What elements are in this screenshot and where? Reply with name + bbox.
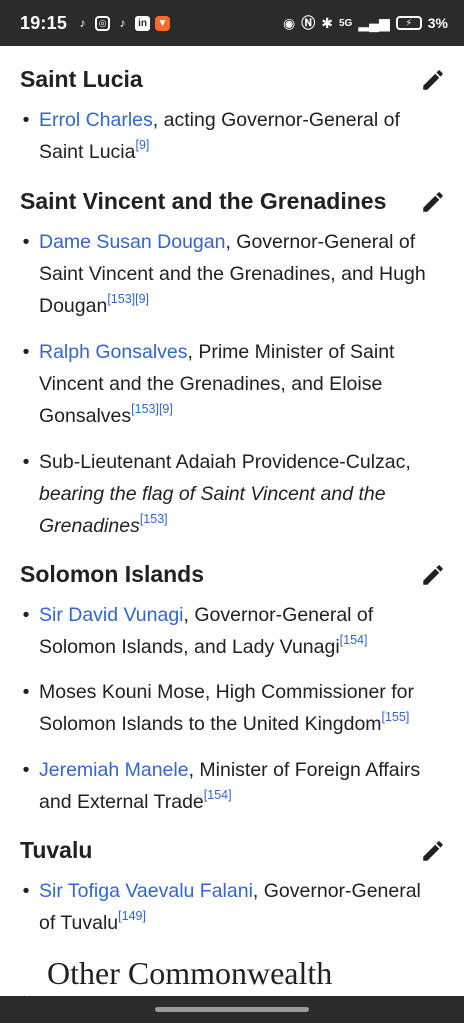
person-link[interactable]: Errol Charles (39, 109, 153, 131)
nfc-icon: Ⓝ (301, 15, 316, 31)
bluetooth-icon: ✱ (321, 14, 333, 31)
bullet: • (22, 759, 30, 781)
list-item: • Errol Charles, acting Governor-General… (20, 104, 440, 168)
edit-pencil-icon[interactable] (420, 838, 446, 864)
instagram-icon: ◎ (95, 15, 111, 31)
reference-link[interactable]: [9] (135, 138, 149, 152)
section-header-solomon-islands: Solomon Islands (20, 561, 446, 588)
section-header-tuvalu: Tuvalu (20, 837, 446, 864)
section-title: Solomon Islands (20, 561, 205, 587)
bullet: • (22, 880, 30, 902)
list-item: • Ralph Gonsalves, Prime Minister of Sai… (20, 336, 440, 432)
bullet: • (22, 341, 30, 363)
linkedin-icon: in (135, 15, 151, 31)
section-header-saint-lucia: Saint Lucia (20, 66, 446, 93)
next-section-heading[interactable]: Other Commonwealth (47, 955, 332, 992)
section-title: Saint Vincent and the Grenadines (20, 188, 387, 214)
reference-link[interactable]: [154] (340, 633, 368, 647)
reference-link[interactable]: [153][9] (131, 402, 173, 416)
edit-pencil-icon[interactable] (420, 189, 446, 215)
person-link[interactable]: Sir Tofiga Vaevalu Falani (39, 880, 253, 902)
edit-pencil-icon[interactable] (420, 67, 446, 93)
reference-link[interactable]: [154] (204, 788, 232, 802)
status-bar: 19:15 ♪ ◎ ♪ in ▼ ◉ Ⓝ ✱ 5G ▂▄▆ ⚡ 3% (0, 0, 464, 46)
home-gesture-handle[interactable] (155, 1007, 309, 1012)
list-item: • Moses Kouni Mose, High Commissioner fo… (20, 676, 440, 740)
network-type: 5G (338, 17, 353, 29)
list-item: • Sir David Vunagi, Governor-General of … (20, 599, 440, 663)
brave-icon: ▼ (155, 15, 171, 31)
list-item: • Jeremiah Manele, Minister of Foreign A… (20, 754, 440, 818)
eye-icon: ◉ (283, 14, 296, 31)
section-header-saint-vincent: Saint Vincent and the Grenadines (20, 188, 446, 215)
list-item: • Sir Tofiga Vaevalu Falani, Governor-Ge… (20, 875, 440, 939)
reference-link[interactable]: [149] (118, 909, 146, 923)
battery-percent: 3% (427, 15, 448, 31)
notification-icons: ♪ ◎ ♪ in ▼ (75, 15, 171, 31)
system-icons: ◉ Ⓝ ✱ 5G ▂▄▆ ⚡ 3% (283, 13, 448, 33)
chevron-down-icon[interactable]: ⌄ (20, 984, 35, 996)
reference-link[interactable]: [153][9] (107, 292, 149, 306)
edit-pencil-icon[interactable] (420, 562, 446, 588)
tiktok-icon: ♪ (79, 16, 86, 30)
person-link[interactable]: Sir David Vunagi (39, 604, 184, 626)
bullet: • (22, 681, 30, 703)
section-title: Tuvalu (20, 837, 93, 863)
section-title: Saint Lucia (20, 66, 143, 92)
article-content: Saint Lucia • Errol Charles, acting Gove… (0, 46, 464, 996)
person-link[interactable]: Jeremiah Manele (39, 759, 189, 781)
bullet: • (22, 231, 30, 253)
navigation-bar (0, 996, 464, 1023)
signal-icon: ▂▄▆ (358, 14, 390, 31)
status-time: 19:15 (20, 12, 68, 33)
list-item: • Sub-Lieutenant Adaiah Providence-Culza… (20, 446, 440, 542)
bullet: • (22, 451, 30, 473)
battery-icon: ⚡ (395, 16, 422, 30)
bullet: • (22, 109, 30, 131)
reference-link[interactable]: [153] (140, 512, 168, 526)
reference-link[interactable]: [155] (382, 710, 410, 724)
person-link[interactable]: Dame Susan Dougan (39, 231, 225, 253)
list-item: • Dame Susan Dougan, Governor-General of… (20, 226, 440, 322)
person-link[interactable]: Ralph Gonsalves (39, 341, 188, 363)
tiktok-icon: ♪ (119, 16, 126, 30)
bullet: • (22, 604, 30, 626)
